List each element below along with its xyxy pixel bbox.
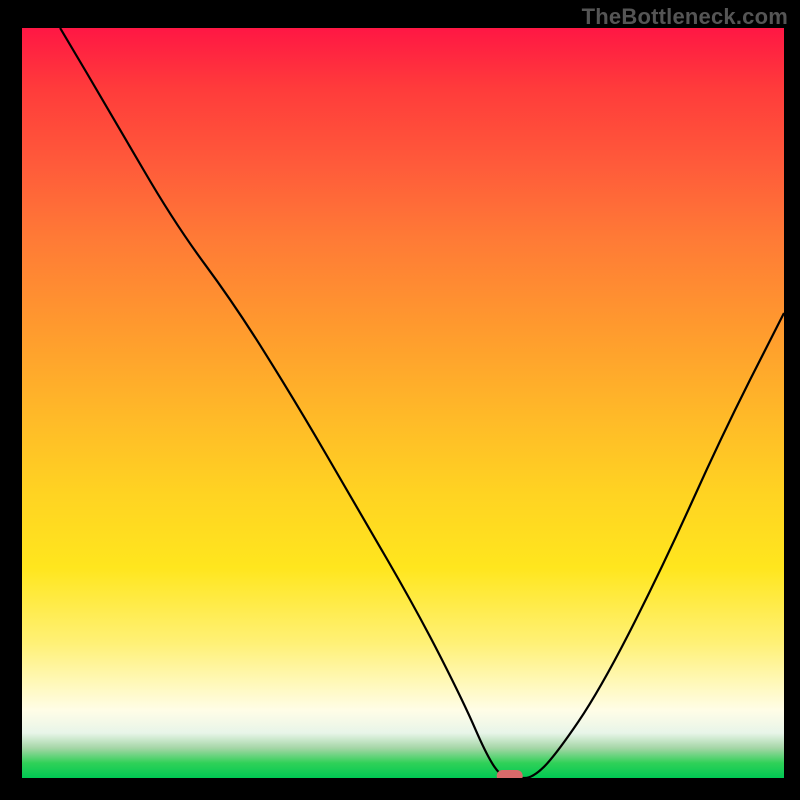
curve-svg — [22, 28, 784, 778]
optimal-point-marker — [497, 770, 523, 778]
watermark-text: TheBottleneck.com — [582, 4, 788, 30]
chart-frame: TheBottleneck.com — [0, 0, 800, 800]
bottleneck-curve — [60, 28, 784, 778]
plot-area — [22, 28, 784, 778]
